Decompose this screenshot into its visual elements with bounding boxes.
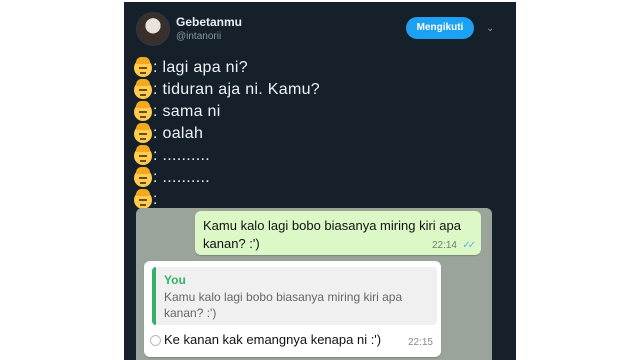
quoted-reply: You Kamu kalo lagi bobo biasanya miring … xyxy=(152,267,437,325)
tweet-line: : .......... xyxy=(134,167,320,189)
baby-face-icon xyxy=(134,189,152,209)
tweet-line: : sama ni xyxy=(134,101,320,123)
incoming-time: 22:15 xyxy=(407,337,433,348)
incoming-message: You Kamu kalo lagi bobo biasanya miring … xyxy=(144,261,441,357)
display-name[interactable]: Gebetanmu xyxy=(176,15,242,29)
tweet-line: : lagi apa ni? xyxy=(134,57,320,79)
baby-face-icon xyxy=(134,57,152,77)
baby-face-icon xyxy=(134,167,152,187)
user-handle[interactable]: @intanorii xyxy=(176,31,221,42)
tweet-header: Gebetanmu @intanorii Mengikuti ⌄ xyxy=(124,2,516,52)
quote-text: Kamu kalo lagi bobo biasanya miring kiri… xyxy=(164,290,403,320)
baby-face-icon xyxy=(134,123,152,143)
tweet-line: : .......... xyxy=(134,145,320,167)
tweet-text: : lagi apa ni? : tiduran aja ni. Kamu? :… xyxy=(134,57,320,211)
avatar[interactable] xyxy=(136,12,170,46)
outgoing-time: 22:14 xyxy=(431,240,457,251)
double-check-icon: ✓✓ xyxy=(462,240,476,251)
incoming-message-text: Ke kanan kak emangnya kenapa ni :') xyxy=(164,332,382,347)
baby-face-icon xyxy=(134,101,152,121)
following-button[interactable]: Mengikuti xyxy=(406,17,474,39)
baby-face-icon xyxy=(134,79,152,99)
chat-screenshot-image[interactable]: Kamu kalo lagi bobo biasanya miring kiri… xyxy=(136,208,492,360)
status-dot-icon xyxy=(150,335,161,346)
outgoing-message: Kamu kalo lagi bobo biasanya miring kiri… xyxy=(195,211,481,255)
tweet-line: : oalah xyxy=(134,123,320,145)
chevron-down-icon[interactable]: ⌄ xyxy=(486,23,494,34)
baby-face-icon xyxy=(134,145,152,165)
quote-author: You xyxy=(164,273,186,287)
tweet-line: : tiduran aja ni. Kamu? xyxy=(134,79,320,101)
